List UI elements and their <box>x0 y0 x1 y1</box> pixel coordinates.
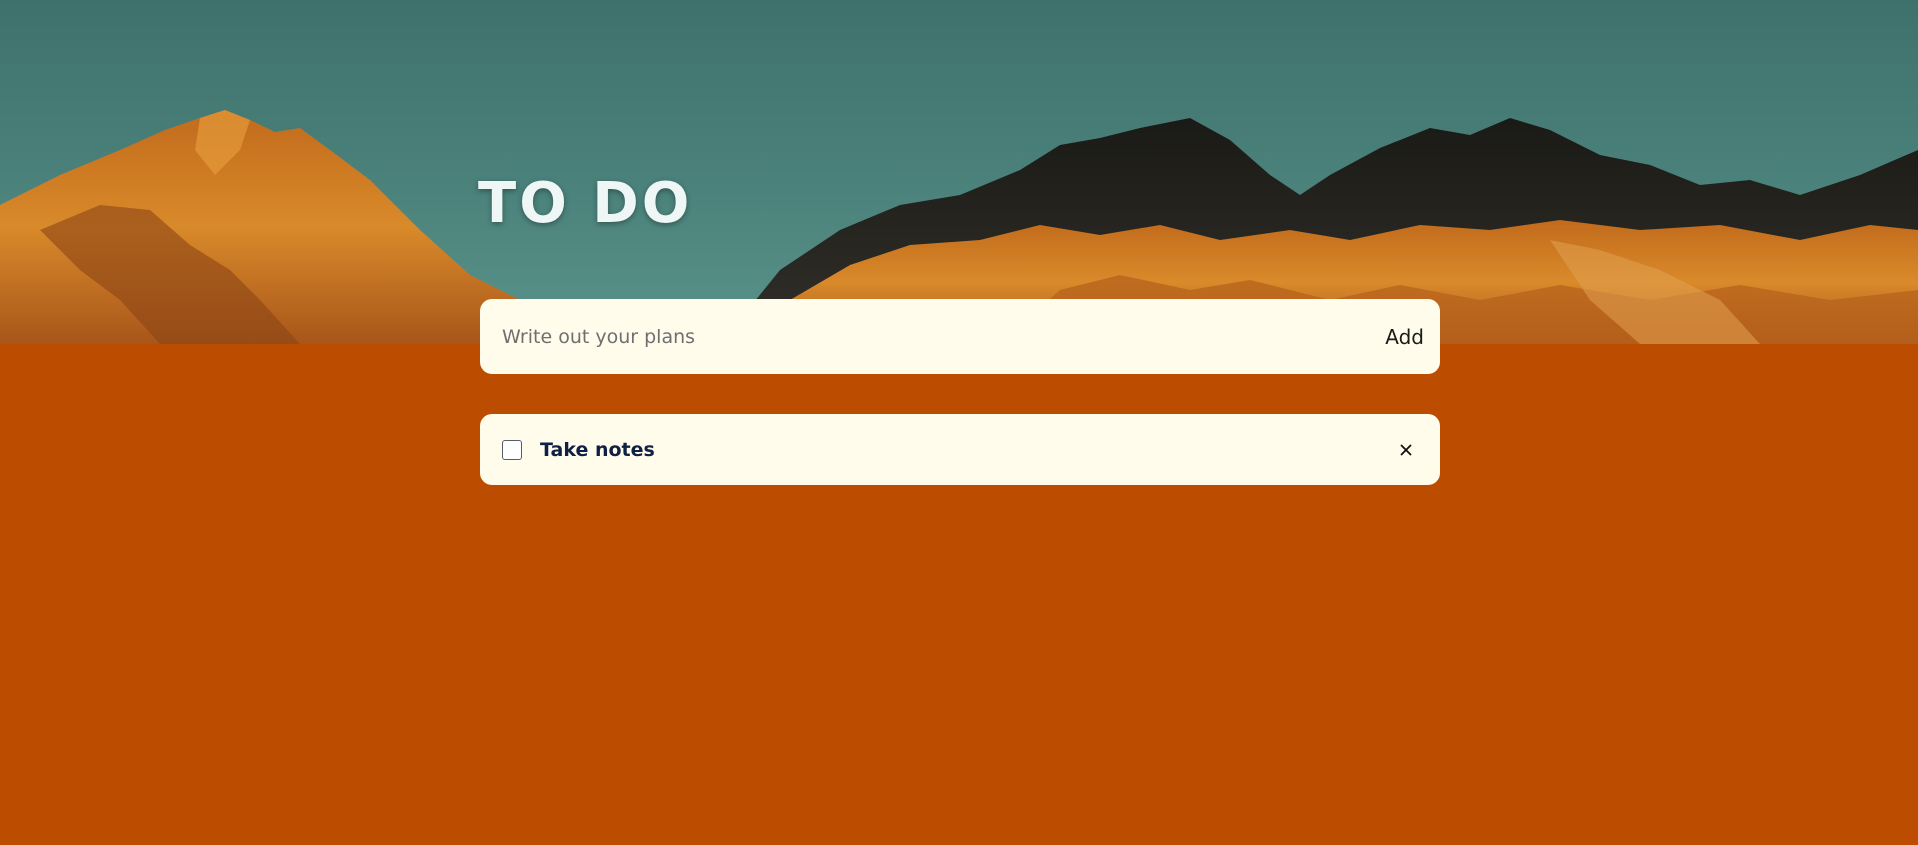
header-background-image <box>0 0 1918 344</box>
close-icon-glyph <box>1400 444 1412 455</box>
new-task-input[interactable] <box>500 315 1376 358</box>
add-button[interactable]: Add <box>1375 321 1424 353</box>
new-task-form: Add <box>480 299 1440 374</box>
task-checkbox[interactable] <box>502 439 522 460</box>
close-icon[interactable] <box>1394 438 1418 462</box>
page-title: TO DO <box>478 171 693 236</box>
task-item: Take notes <box>480 414 1440 485</box>
mountain-landscape-image <box>0 110 1918 344</box>
task-text: Take notes <box>540 438 655 461</box>
